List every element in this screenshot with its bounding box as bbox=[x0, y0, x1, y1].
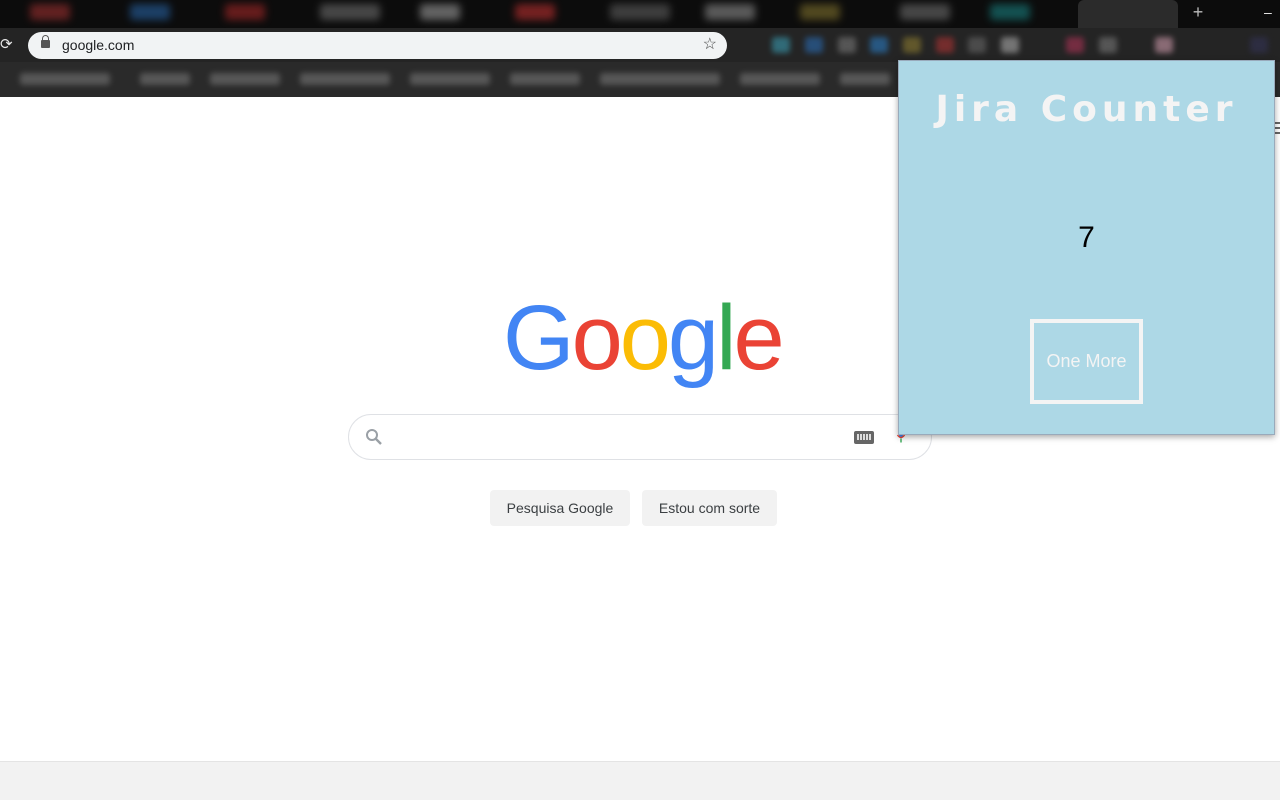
extension-icon[interactable] bbox=[968, 37, 986, 53]
blurred-tab[interactable] bbox=[225, 4, 265, 20]
bookmark-item[interactable] bbox=[600, 73, 720, 85]
bookmark-item[interactable] bbox=[20, 73, 110, 85]
url-text[interactable]: google.com bbox=[62, 37, 134, 53]
browser-toolbar: ⟳ google.com ☆ bbox=[0, 28, 1280, 62]
popup-title: Jira Counter bbox=[935, 89, 1238, 130]
page-footer bbox=[0, 761, 1280, 800]
logo-letter: o bbox=[571, 287, 623, 389]
counter-value: 7 bbox=[1078, 221, 1095, 254]
logo-letter: l bbox=[716, 287, 737, 389]
google-search-button[interactable]: Pesquisa Google bbox=[490, 490, 630, 526]
google-logo: Google bbox=[503, 292, 785, 384]
jira-counter-popup: Jira Counter 7 One More bbox=[898, 60, 1275, 435]
blurred-tab[interactable] bbox=[320, 4, 380, 20]
logo-letter: e bbox=[733, 287, 785, 389]
address-bar[interactable]: google.com ☆ bbox=[28, 32, 727, 59]
extension-icon[interactable] bbox=[838, 37, 856, 53]
tab-strip: + – bbox=[0, 0, 1280, 28]
minimize-button[interactable]: – bbox=[1264, 2, 1280, 22]
bookmark-item[interactable] bbox=[300, 73, 390, 85]
extension-icon[interactable] bbox=[1066, 37, 1084, 53]
active-tab[interactable] bbox=[1078, 0, 1178, 28]
extension-icon[interactable] bbox=[1099, 37, 1117, 53]
new-tab-button[interactable]: + bbox=[1188, 2, 1208, 22]
blurred-tab[interactable] bbox=[900, 4, 950, 20]
extension-icon[interactable] bbox=[870, 37, 888, 53]
blurred-tab[interactable] bbox=[130, 4, 170, 20]
bookmark-item[interactable] bbox=[140, 73, 190, 85]
blurred-tab[interactable] bbox=[30, 4, 70, 20]
keyboard-icon[interactable] bbox=[854, 431, 874, 444]
logo-letter: o bbox=[619, 287, 671, 389]
search-icon bbox=[366, 429, 382, 445]
star-icon[interactable]: ☆ bbox=[703, 35, 717, 55]
search-input[interactable] bbox=[348, 414, 932, 460]
extension-icon[interactable] bbox=[936, 37, 954, 53]
extension-icon[interactable] bbox=[772, 37, 790, 53]
logo-letter: G bbox=[503, 287, 575, 389]
bookmark-item[interactable] bbox=[410, 73, 490, 85]
lock-icon[interactable] bbox=[41, 35, 50, 48]
one-more-button[interactable]: One More bbox=[1030, 319, 1143, 404]
extension-icon[interactable] bbox=[805, 37, 823, 53]
blurred-tab[interactable] bbox=[990, 4, 1030, 20]
bookmark-item[interactable] bbox=[210, 73, 280, 85]
blurred-tab[interactable] bbox=[515, 4, 555, 20]
bookmark-item[interactable] bbox=[840, 73, 890, 85]
feeling-lucky-button[interactable]: Estou com sorte bbox=[642, 490, 777, 526]
blurred-tab[interactable] bbox=[705, 4, 755, 20]
extension-icon[interactable] bbox=[1155, 37, 1173, 53]
reload-icon[interactable]: ⟳ bbox=[0, 35, 14, 55]
bookmark-item[interactable] bbox=[740, 73, 820, 85]
extension-icon[interactable] bbox=[1001, 37, 1019, 53]
extension-icon[interactable] bbox=[903, 37, 921, 53]
bookmark-item[interactable] bbox=[510, 73, 580, 85]
blurred-tab[interactable] bbox=[610, 4, 670, 20]
blurred-tab[interactable] bbox=[420, 4, 460, 20]
logo-letter: g bbox=[667, 287, 719, 389]
blurred-tab[interactable] bbox=[800, 4, 840, 20]
profile-avatar[interactable] bbox=[1250, 37, 1268, 53]
